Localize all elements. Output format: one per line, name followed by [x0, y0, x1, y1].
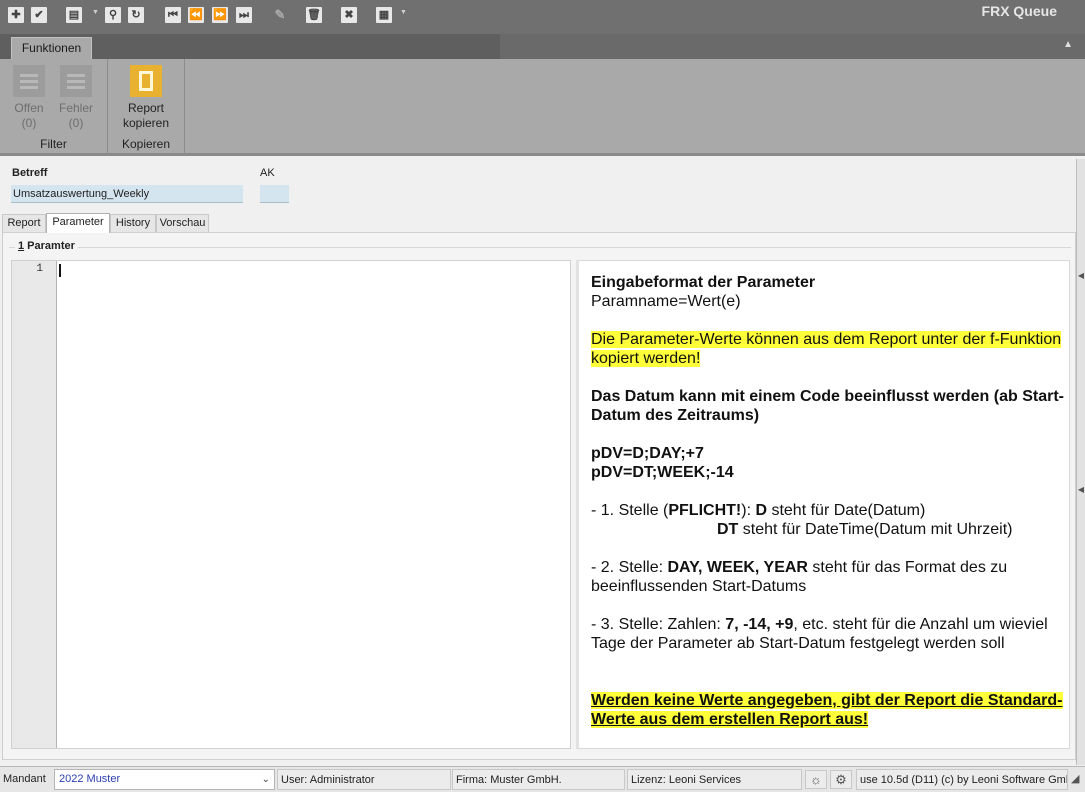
line-number: 1	[36, 263, 43, 275]
list-icon	[13, 65, 45, 97]
app-title: FRX Queue	[981, 3, 1057, 19]
check-icon[interactable]: ✔	[31, 7, 47, 23]
help-warning: Werden keine Werte angegeben, gibt der R…	[591, 692, 1063, 728]
help-text-panel: Eingabeformat der Parameter Paramname=We…	[576, 260, 1070, 749]
resize-grip-icon[interactable]: ◢	[1069, 769, 1085, 790]
betreff-input[interactable]	[11, 185, 243, 203]
refresh-icon[interactable]: ↻	[128, 7, 144, 23]
list-icon	[60, 65, 92, 97]
help-example-1: pDV=D;DAY;+7	[591, 445, 704, 462]
tab-history[interactable]: History	[110, 214, 156, 232]
status-user: User: Administrator	[277, 769, 451, 790]
status-version: use 10.5d (D11) (c) by Leoni Software Gm…	[856, 769, 1068, 790]
help-stelle-1: - 1. Stelle (PFLICHT!): D steht für Date…	[591, 502, 926, 519]
line-number-gutter: 1	[12, 261, 57, 748]
ribbon-group-filter: Offen (0) Fehler (0) Filter	[0, 59, 108, 154]
next-record-icon[interactable]: ⏩	[212, 7, 228, 23]
status-bar: Mandant 2022 Muster ⌄ User: Administrato…	[0, 766, 1085, 792]
ribbon-tab-funktionen[interactable]: Funktionen	[11, 37, 92, 59]
splitter-arrow-icon: ◀	[1077, 485, 1085, 494]
print-icon[interactable]: ▤	[66, 7, 82, 23]
delete-icon[interactable]: 🗑	[306, 7, 322, 23]
ribbon-group-label: Filter	[40, 137, 67, 151]
ribbon-tab-row: Funktionen ▲	[0, 34, 1085, 59]
ribbon-group-kopieren: Report kopieren Kopieren	[108, 59, 185, 154]
ak-label: AK	[260, 167, 275, 179]
right-splitter[interactable]: ◀ ◀	[1076, 159, 1085, 765]
tab-vorschau[interactable]: Vorschau	[156, 214, 209, 232]
offen-button[interactable]: Offen (0)	[11, 65, 47, 131]
parameter-panel: 1 Paramter 1 Eingabeformat der Parameter…	[2, 232, 1076, 760]
copy-report-icon	[130, 65, 162, 97]
tab-parameter[interactable]: Parameter	[46, 213, 110, 233]
mandant-label: Mandant	[3, 773, 46, 785]
help-example-2: pDV=DT;WEEK;-14	[591, 464, 734, 481]
sun-icon[interactable]: ☼	[805, 770, 827, 789]
status-lizenz: Lizenz: Leoni Services	[627, 769, 802, 790]
tab-report[interactable]: Report	[2, 214, 46, 232]
last-record-icon[interactable]: ⏭	[236, 7, 252, 23]
ribbon-group-label: Kopieren	[121, 137, 171, 151]
edit-icon[interactable]: ✎	[272, 7, 288, 23]
header-form: Betreff AK	[0, 159, 1076, 213]
help-date-heading: Das Datum kann mit einem Code beeinfluss…	[591, 388, 1064, 424]
help-stelle-3: - 3. Stelle: Zahlen: 7, -14, +9, etc. st…	[591, 616, 1048, 652]
group-title: 1 Paramter	[15, 240, 78, 252]
collapse-ribbon-icon[interactable]: ▲	[1063, 39, 1073, 50]
help-format: Paramname=Wert(e)	[591, 293, 741, 310]
connection-icon[interactable]: ⚙	[830, 770, 852, 789]
add-icon[interactable]: ✚	[8, 7, 24, 23]
grid-dropdown-icon[interactable]: ▼	[400, 9, 407, 16]
ak-input[interactable]	[260, 185, 289, 203]
fehler-button[interactable]: Fehler (0)	[57, 65, 95, 131]
prev-record-icon[interactable]: ⏪	[188, 7, 204, 23]
first-record-icon[interactable]: ⏮	[165, 7, 181, 23]
mandant-select[interactable]: 2022 Muster ⌄	[54, 769, 275, 790]
text-cursor	[59, 264, 61, 277]
help-stelle-2: - 2. Stelle: DAY, WEEK, YEAR steht für d…	[591, 559, 1008, 595]
grid-icon[interactable]: ▦	[376, 7, 392, 23]
top-toolbar: ✚ ✔ ▤ ▼ ⚲ ↻ ⏮ ⏪ ⏩ ⏭ ✎ 🗑 ✖ ▦ ▼ FRX Queue	[0, 0, 1085, 34]
status-firma: Firma: Muster GmbH.	[452, 769, 625, 790]
print-dropdown-icon[interactable]: ▼	[92, 9, 99, 16]
search-icon[interactable]: ⚲	[105, 7, 121, 23]
close-icon[interactable]: ✖	[341, 7, 357, 23]
report-kopieren-button[interactable]: Report kopieren	[120, 65, 172, 131]
chevron-down-icon: ⌄	[261, 774, 270, 785]
splitter-arrow-icon: ◀	[1077, 271, 1085, 280]
betreff-label: Betreff	[12, 167, 48, 179]
help-note-copy: Die Parameter-Werte können aus dem Repor…	[591, 331, 1062, 367]
parameter-editor[interactable]: 1	[11, 260, 571, 749]
help-heading: Eingabeformat der Parameter	[591, 274, 816, 291]
ribbon: Offen (0) Fehler (0) Filter Report kopie…	[0, 59, 1085, 156]
help-stelle-1-dt: DT steht für DateTime(Datum mit Uhrzeit)	[717, 521, 1013, 538]
